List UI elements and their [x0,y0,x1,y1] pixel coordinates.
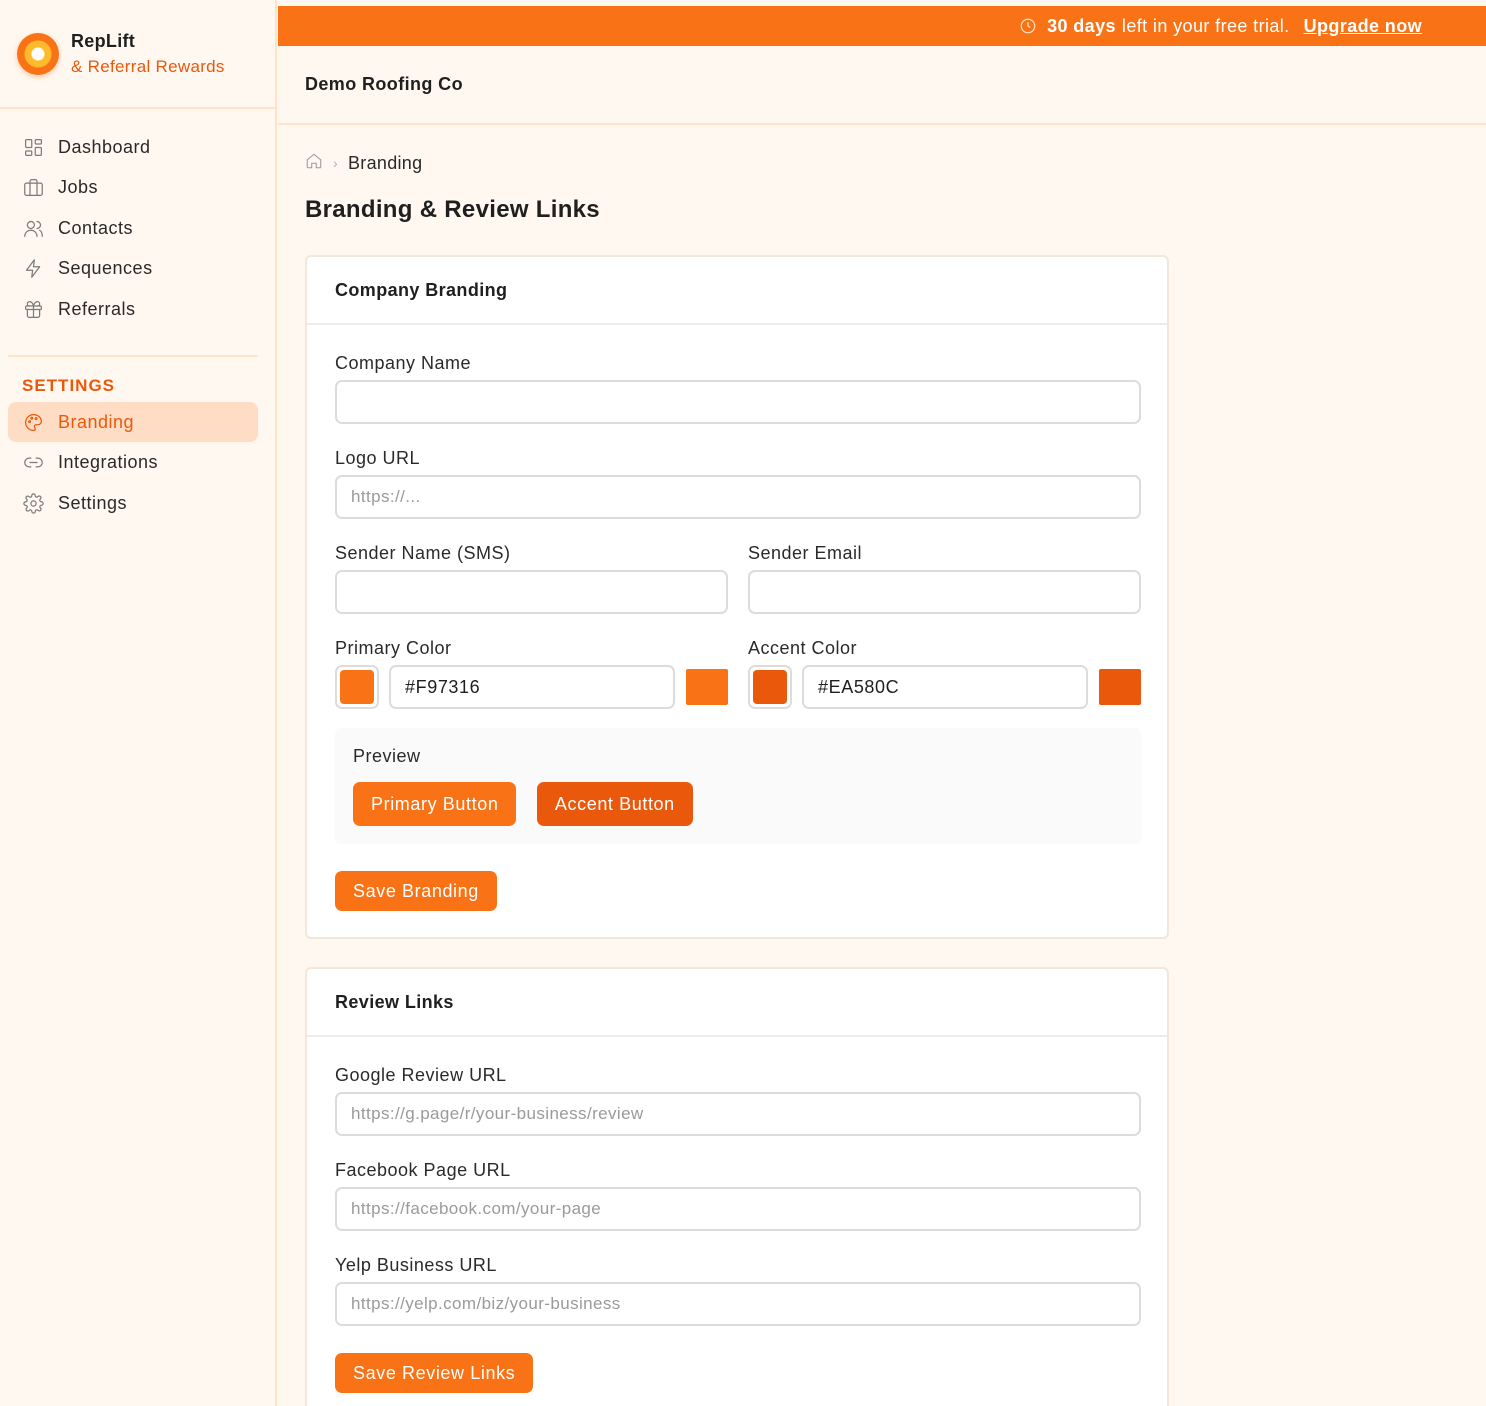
sidebar-item-referrals[interactable]: Referrals [8,289,258,329]
gift-icon [22,298,44,320]
card-body: Google Review URL Facebook Page URL Yelp… [307,1037,1167,1406]
preview-label: Preview [353,746,421,766]
sidebar-item-branding[interactable]: Branding [8,402,258,442]
save-review-links-button[interactable]: Save Review Links [335,1353,534,1393]
primary-color-swatch [686,669,728,705]
card-title: Review Links [307,969,1167,1037]
sidebar-item-label: Settings [58,492,128,513]
field-label: Google Review URL [335,1065,507,1085]
facebook-page-url-input[interactable] [335,1187,1141,1231]
sidebar-item-sequences[interactable]: Sequences [8,249,258,289]
save-branding-button[interactable]: Save Branding [335,871,497,911]
sidebar-item-contacts[interactable]: Contacts [8,208,258,248]
facebook-page-field: Facebook Page URL [335,1160,1141,1231]
sender-name-field: Sender Name (SMS) [335,543,728,614]
briefcase-icon [22,177,44,199]
settings-section-label: SETTINGS [22,376,116,395]
brand-title: RepLift [71,30,136,51]
top-header: Demo Roofing Co [278,46,1486,125]
sender-name-input[interactable] [335,570,728,614]
replift-logo-icon [17,32,59,75]
sidebar-item-label: Referrals [58,298,136,319]
primary-color-fill [340,670,374,704]
primary-color-hex-input[interactable] [389,665,675,709]
field-label: Accent Color [748,638,858,658]
brand-header[interactable]: RepLift & Referral Rewards [0,0,275,109]
lightning-icon [22,258,44,280]
sidebar-item-label: Sequences [58,258,153,278]
sidebar-item-label: Integrations [58,452,159,472]
dashboard-grid-icon [22,136,44,158]
accent-color-picker[interactable] [748,665,792,709]
sidebar-item-label: Contacts [58,217,134,238]
clock-icon [1019,17,1047,35]
users-icon [22,217,44,239]
primary-color-controls [335,665,728,709]
review-links-card: Review Links Google Review URL Facebook … [305,967,1169,1406]
settings-nav: Branding Integrations Settings [0,402,275,523]
logo-url-input[interactable] [335,475,1141,519]
accent-color-swatch [1099,669,1141,705]
sender-row: Sender Name (SMS) Sender Email [335,543,1141,614]
brand-subtitle: & Referral Rewards [71,56,225,76]
accent-color-fill [753,670,787,704]
sidebar-divider [8,355,258,357]
accent-color-field: Accent Color [748,638,1141,709]
main-nav: Dashboard Jobs Contacts Sequences Referr… [0,109,275,329]
home-icon[interactable] [305,152,323,175]
field-label: Sender Name (SMS) [335,543,511,563]
primary-color-picker[interactable] [335,665,379,709]
palette-icon [22,411,44,433]
upgrade-link[interactable]: Upgrade now [1304,16,1422,37]
sidebar-item-integrations[interactable]: Integrations [8,443,258,483]
field-label: Primary Color [335,638,452,658]
breadcrumb-current: Branding [347,152,423,173]
field-label: Facebook Page URL [335,1160,511,1180]
sidebar-item-settings[interactable]: Settings [8,483,258,523]
company-name-field: Company Name [335,353,1141,424]
field-label: Logo URL [335,448,421,468]
accent-color-hex-input[interactable] [802,665,1088,709]
company-name-input[interactable] [335,380,1141,424]
gear-icon [22,492,44,514]
yelp-business-field: Yelp Business URL [335,1255,1141,1326]
primary-color-field: Primary Color [335,638,728,709]
field-label: Yelp Business URL [335,1255,497,1275]
field-label: Sender Email [748,543,863,563]
link-icon [22,452,44,474]
trial-text: left in your free trial. [1121,15,1290,36]
trial-days: 30 days [1047,15,1116,36]
chevron-right-icon: › [333,155,338,171]
accent-preview-button[interactable]: Accent Button [536,782,693,826]
card-title: Company Branding [307,257,1167,325]
sidebar-item-dashboard[interactable]: Dashboard [8,127,258,167]
sidebar-item-label: Dashboard [58,136,151,157]
sidebar-item-jobs[interactable]: Jobs [8,168,258,208]
sidebar-item-label: Branding [58,411,135,432]
company-name: Demo Roofing Co [305,74,463,94]
brand-text: RepLift & Referral Rewards [71,31,225,77]
google-review-field: Google Review URL [335,1065,1141,1136]
trial-banner: 30 days left in your free trial. Upgrade… [278,6,1486,46]
sender-email-input[interactable] [748,570,1141,614]
breadcrumb: › Branding [305,152,1169,174]
field-label: Company Name [335,353,472,373]
yelp-business-url-input[interactable] [335,1282,1141,1326]
preview-panel: Preview Primary Button Accent Button [335,728,1141,844]
logo-url-field: Logo URL [335,448,1141,519]
color-row: Primary Color Accent Color [335,638,1141,709]
sidebar: RepLift & Referral Rewards Dashboard Job… [0,0,277,1406]
card-body: Company Name Logo URL Sender Name (SMS) … [307,325,1167,937]
company-branding-card: Company Branding Company Name Logo URL S… [305,255,1169,939]
primary-preview-button[interactable]: Primary Button [353,782,517,826]
accent-color-controls [748,665,1141,709]
google-review-url-input[interactable] [335,1092,1141,1136]
page-title: Branding & Review Links [305,196,600,223]
sender-email-field: Sender Email [748,543,1141,614]
main-content: › Branding Branding & Review Links Compa… [305,125,1169,1406]
sidebar-item-label: Jobs [58,177,99,197]
